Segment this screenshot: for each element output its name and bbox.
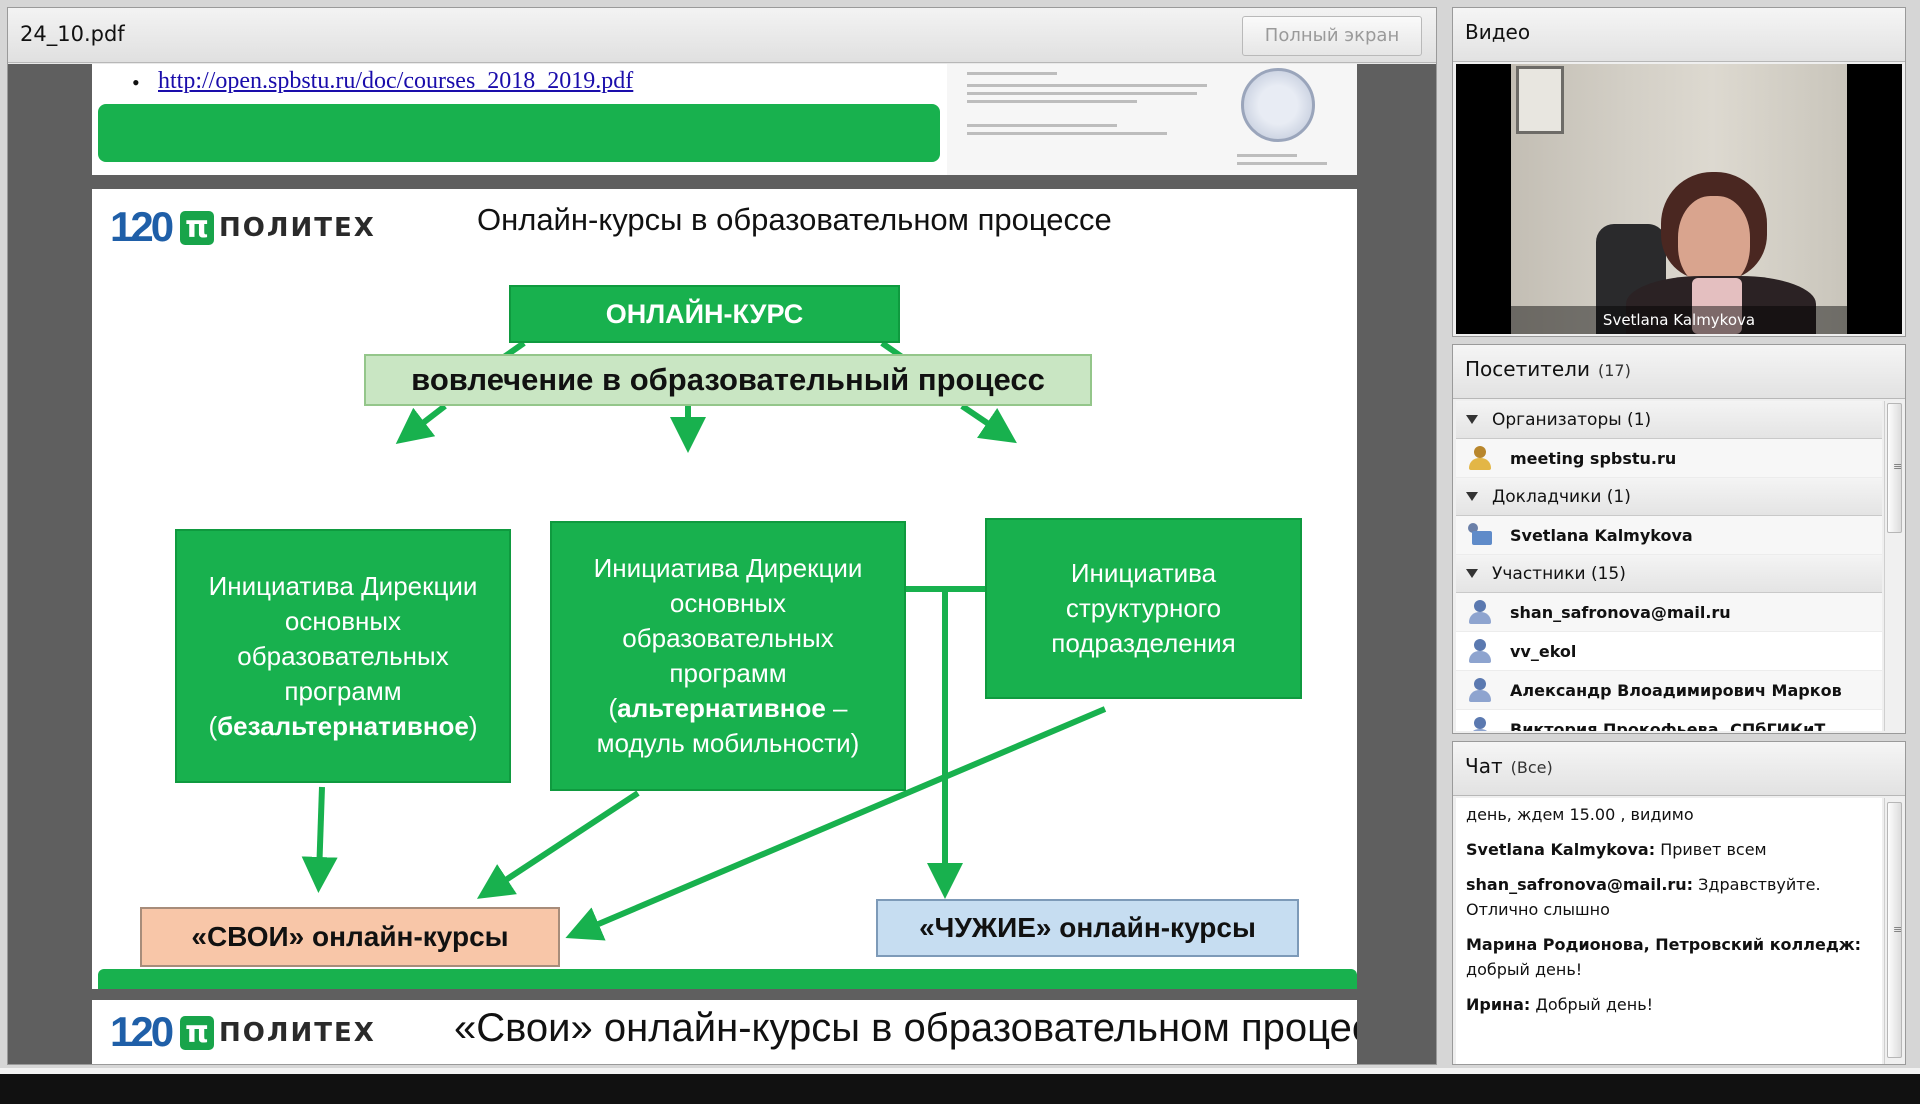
- chat-message: shan_safronova@mail.ru: Здравствуйте. От…: [1466, 875, 1821, 919]
- own-courses-box: «СВОИ» онлайн-курсы: [140, 907, 560, 967]
- initiative-box-3: Инициатива структурного подразделения: [985, 518, 1302, 699]
- logo-pi-icon: π: [180, 211, 214, 245]
- speaker-name: Svetlana Kalmykova: [1511, 306, 1847, 334]
- previous-page: • http://open.spbstu.ru/doc/courses_2018…: [92, 64, 1357, 175]
- group-hosts[interactable]: Организаторы (1): [1456, 401, 1882, 439]
- chat-sender: shan_safronova@mail.ru:: [1466, 875, 1694, 894]
- list-item[interactable]: vv_ekol: [1456, 632, 1882, 671]
- attendees-pod: Посетители (17) Организаторы (1) meeting …: [1452, 344, 1906, 734]
- group-presenters[interactable]: Докладчики (1): [1456, 478, 1882, 516]
- chat-message: Ирина: Добрый день!: [1466, 995, 1654, 1014]
- list-item[interactable]: Виктория Прокофьева, СПбГИКиТ: [1456, 710, 1882, 731]
- attendees-scrollbar[interactable]: ≡: [1884, 401, 1904, 731]
- chat-messages[interactable]: день, ждем 15.00 , видимо Svetlana Kalmy…: [1456, 798, 1882, 1064]
- fullscreen-button[interactable]: Полный экран: [1242, 16, 1422, 56]
- courses-link[interactable]: http://open.spbstu.ru/doc/courses_2018_2…: [158, 68, 633, 95]
- attendees-list[interactable]: Организаторы (1) meeting spbstu.ru Докла…: [1456, 401, 1882, 731]
- scrollbar-thumb[interactable]: ≡: [1887, 403, 1902, 533]
- chat-scrollbar[interactable]: ≡: [1884, 798, 1904, 1064]
- initiative-box-1: Инициатива Дирекции основных образовател…: [175, 529, 511, 783]
- collapse-triangle-icon[interactable]: [1466, 415, 1478, 424]
- wall-frame: [1516, 66, 1564, 134]
- initiative-2-bold: альтернативное: [617, 693, 826, 723]
- app-window: 24_10.pdf Полный экран • http://open.spb…: [0, 0, 1920, 1104]
- bullet: •: [132, 70, 140, 95]
- chat-sender: Svetlana Kalmykova:: [1466, 840, 1656, 859]
- scrollbar-thumb[interactable]: ≡: [1887, 802, 1902, 1058]
- arrow: [301, 786, 338, 893]
- online-course-box: ОНЛАЙН-КУРС: [509, 285, 900, 343]
- user-icon: [1466, 637, 1494, 665]
- video-pod: Видео Svetlana Kalmykova: [1452, 7, 1906, 337]
- logo-text: ПОЛИТЕХ: [219, 213, 376, 243]
- chat-message: Svetlana Kalmykova: Привет всем: [1466, 840, 1767, 859]
- green-bar: [98, 104, 940, 162]
- initiative-2-open: (: [608, 693, 618, 723]
- presenter-icon: [1466, 521, 1494, 549]
- attendees-header: Посетители (17): [1453, 345, 1905, 399]
- next-slide-title: «Свои» онлайн-курсы в образовательном пр…: [454, 1006, 1357, 1050]
- bottom-bar: [0, 1074, 1920, 1104]
- slide-bottom-bar: [98, 969, 1357, 989]
- user-icon: [1466, 598, 1494, 626]
- user-icon: [1466, 715, 1494, 731]
- engagement-box: вовлечение в образовательный процесс: [364, 354, 1092, 406]
- host-icon: [1466, 444, 1494, 472]
- arrow: [960, 403, 1017, 444]
- attendees-count: (17): [1597, 361, 1631, 380]
- initiative-box-2: Инициатива Дирекции основных образовател…: [550, 521, 906, 791]
- collapse-triangle-icon[interactable]: [1466, 492, 1478, 501]
- document-viewport[interactable]: • http://open.spbstu.ru/doc/courses_2018…: [8, 64, 1436, 1064]
- next-slide: 120 π ПОЛИТЕХ «Свои» онлайн-курсы в обра…: [92, 1000, 1357, 1064]
- user-icon: [1466, 676, 1494, 704]
- initiative-1-open: (: [208, 710, 218, 741]
- chat-message: день, ждем 15.00 , видимо: [1466, 805, 1694, 824]
- logo-text: ПОЛИТЕХ: [219, 1018, 376, 1048]
- video-stream[interactable]: Svetlana Kalmykova: [1456, 64, 1902, 334]
- logo-120: 120: [110, 203, 174, 250]
- list-item[interactable]: Александр Влоадимирович Марков: [1456, 671, 1882, 710]
- list-item[interactable]: Svetlana Kalmykova: [1456, 516, 1882, 555]
- video-header: Видео: [1453, 8, 1905, 62]
- chat-header: Чат (Все): [1453, 742, 1905, 796]
- initiative-1-close: ): [468, 710, 478, 741]
- document-pod: 24_10.pdf Полный экран • http://open.spb…: [7, 7, 1437, 1065]
- list-item[interactable]: shan_safronova@mail.ru: [1456, 593, 1882, 632]
- chat-sender: Марина Родионова, Петровский колледж:: [1466, 935, 1862, 954]
- chat-scope[interactable]: (Все): [1511, 758, 1553, 777]
- group-participants[interactable]: Участники (15): [1456, 555, 1882, 593]
- document-titlebar: 24_10.pdf Полный экран: [8, 8, 1436, 63]
- grip-icon: ≡: [1893, 460, 1903, 473]
- grip-icon: ≡: [1893, 923, 1903, 936]
- arrow: [395, 403, 447, 444]
- slide: 120 π ПОЛИТЕХ Онлайн-курсы в образовател…: [92, 189, 1357, 989]
- document-title: 24_10.pdf: [20, 22, 125, 46]
- chat-sender: Ирина:: [1466, 995, 1531, 1014]
- list-item[interactable]: meeting spbstu.ru: [1456, 439, 1882, 478]
- foreign-courses-box: «ЧУЖИЕ» онлайн-курсы: [876, 899, 1299, 957]
- arrow: [476, 790, 640, 899]
- initiative-2-text: Инициатива Дирекции основных образовател…: [593, 553, 863, 688]
- speaker-face: [1678, 196, 1750, 288]
- logo-pi-icon: π: [180, 1016, 214, 1050]
- video-title: Видео: [1465, 20, 1531, 44]
- logo-120: 120: [110, 1008, 174, 1055]
- chat-title: Чат: [1465, 754, 1503, 778]
- initiative-1-text: Инициатива Дирекции основных образовател…: [208, 570, 478, 706]
- chat-message: Марина Родионова, Петровский колледж: до…: [1466, 935, 1862, 979]
- collapse-triangle-icon[interactable]: [1466, 569, 1478, 578]
- slide-title: Онлайн-курсы в образовательном процессе: [477, 202, 1112, 237]
- attendees-title: Посетители: [1465, 357, 1590, 381]
- certificate-image: [947, 64, 1357, 175]
- chat-pod: Чат (Все) день, ждем 15.00 , видимо Svetl…: [1452, 741, 1906, 1065]
- initiative-1-bold: безальтернативное: [217, 710, 469, 741]
- seal-icon: [1241, 68, 1315, 142]
